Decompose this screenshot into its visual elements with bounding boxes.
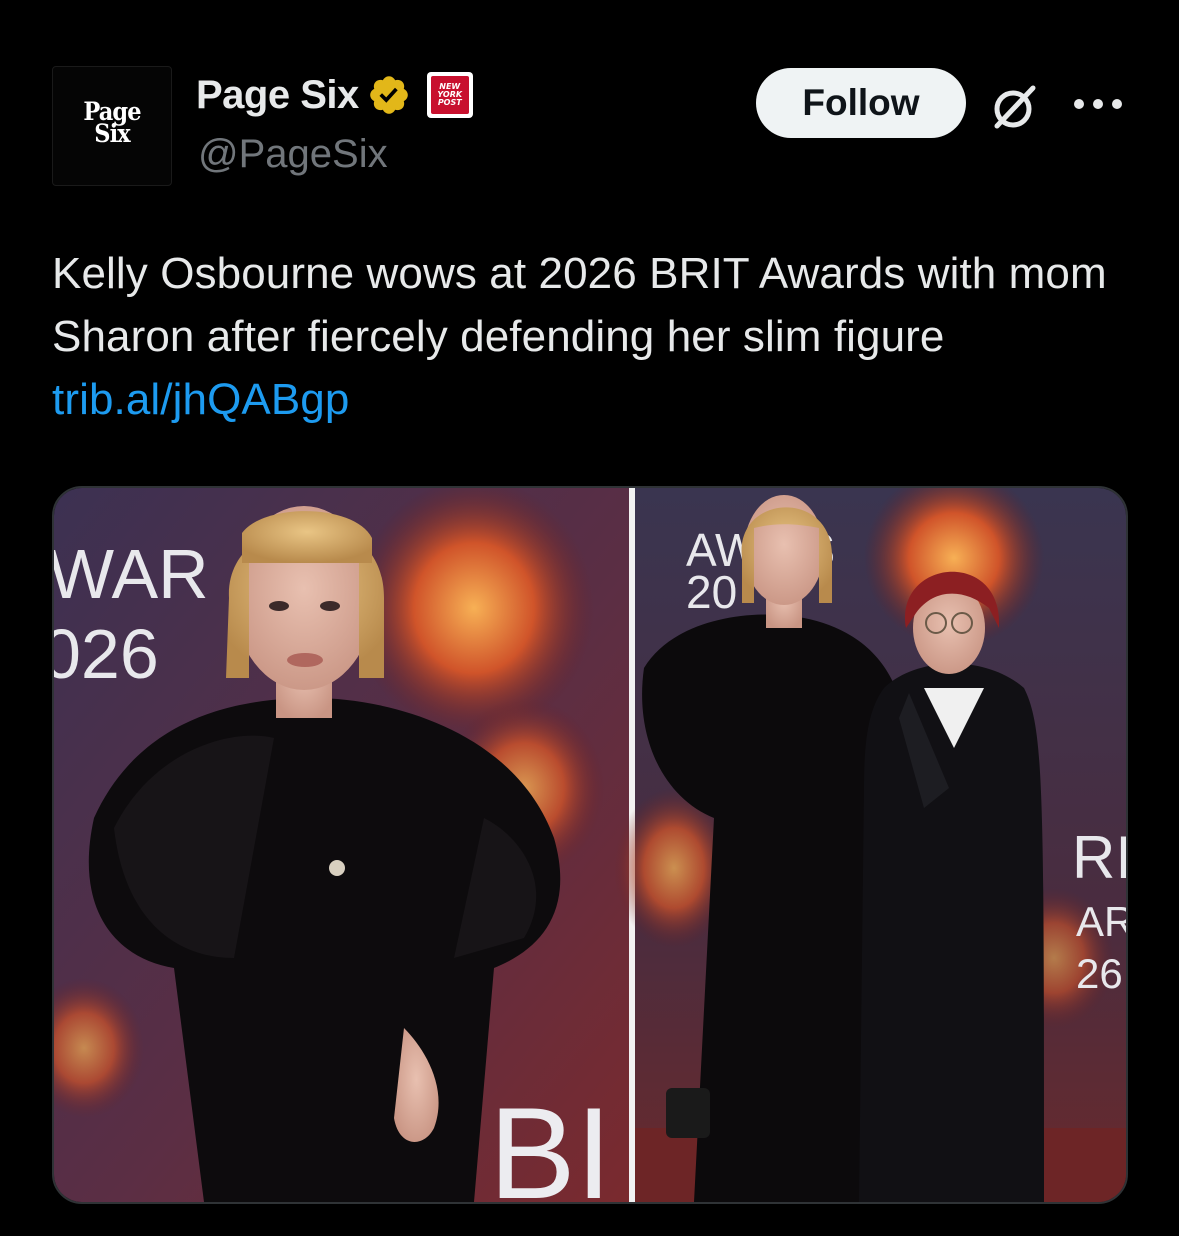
affiliate-line3: POST bbox=[437, 98, 462, 107]
left-bottom-text: BI bbox=[489, 1080, 612, 1202]
right-side-text-2: AR bbox=[1076, 898, 1126, 945]
tweet-body: Kelly Osbourne wows at 2026 BRIT Awards … bbox=[52, 249, 1107, 361]
follow-button[interactable]: Follow bbox=[756, 68, 966, 138]
handle[interactable]: @PageSix bbox=[198, 132, 388, 177]
tweet-link[interactable]: trib.al/jhQABgp bbox=[52, 375, 349, 424]
right-side-text-3: 26 bbox=[1076, 950, 1123, 997]
right-side-text-1: RI bbox=[1072, 824, 1126, 891]
affiliate-badge[interactable]: NEW YORK POST bbox=[426, 72, 473, 118]
new-york-post-logo: NEW YORK POST bbox=[430, 76, 469, 114]
display-name[interactable]: Page Six bbox=[196, 73, 359, 118]
left-backdrop-text-1: WAR bbox=[54, 535, 209, 613]
tweet-media[interactable]: WAR 026 BI bbox=[52, 486, 1128, 1204]
avatar-logo: Page Six bbox=[72, 99, 153, 148]
name-row: Page Six NEW YORK POST bbox=[196, 70, 473, 120]
left-photo: WAR 026 BI bbox=[54, 488, 629, 1202]
right-photo: AW DS 20 RI AR 26 bbox=[614, 488, 1126, 1202]
tweet-text: Kelly Osbourne wows at 2026 BRIT Awards … bbox=[52, 242, 1142, 431]
tweet-card: Page Six Page Six NEW YORK POST @PageSix… bbox=[0, 0, 1179, 1236]
avatar[interactable]: Page Six bbox=[52, 66, 172, 186]
verified-badge-icon[interactable] bbox=[367, 73, 411, 117]
avatar-logo-line2: Six bbox=[94, 119, 130, 148]
left-backdrop-text-2: 026 bbox=[54, 615, 159, 693]
grok-icon[interactable] bbox=[988, 80, 1042, 134]
media-photo-collage: WAR 026 BI bbox=[54, 488, 1126, 1202]
right-backdrop-text-2: 20 bbox=[686, 566, 737, 618]
more-horizontal-icon[interactable] bbox=[1072, 96, 1124, 112]
